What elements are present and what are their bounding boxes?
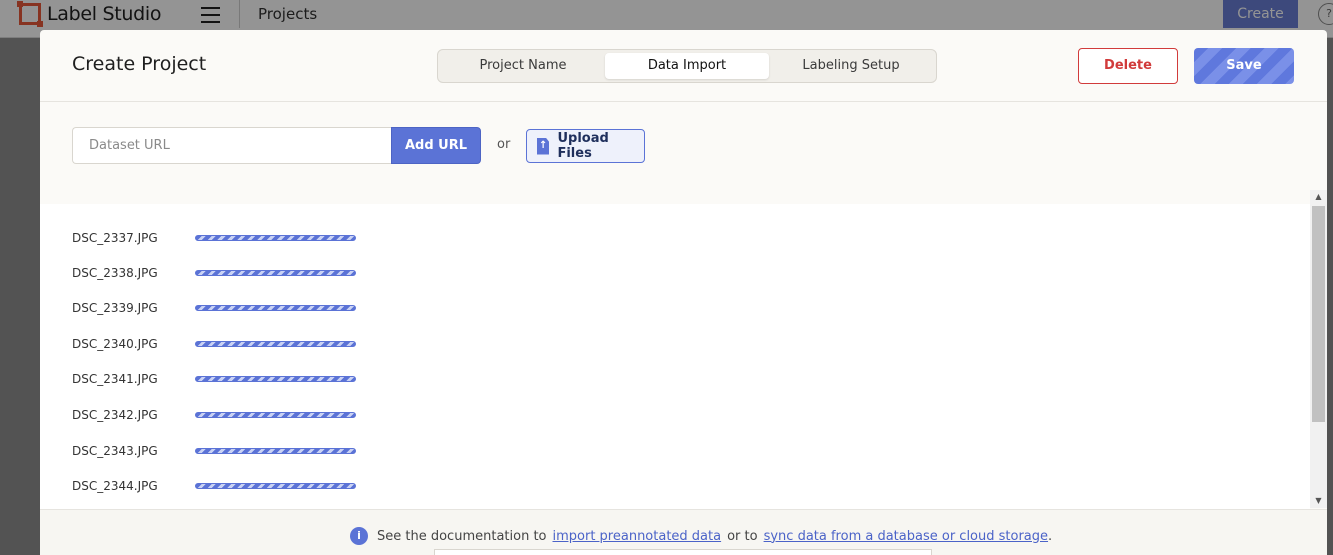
list-item: DSC_2340.JPG bbox=[72, 334, 356, 354]
tab-project-name[interactable]: Project Name bbox=[441, 53, 605, 79]
scrollbar-thumb[interactable] bbox=[1312, 206, 1325, 422]
upload-progress-bar bbox=[195, 270, 356, 276]
file-list-scrollbar[interactable]: ▲ ▼ bbox=[1310, 190, 1327, 508]
upload-progress-bar bbox=[195, 235, 356, 241]
list-item: DSC_2339.JPG bbox=[72, 298, 356, 318]
modal-title: Create Project bbox=[72, 53, 207, 75]
modal-header: Create Project Project Name Data Import … bbox=[40, 30, 1327, 102]
footer-panel bbox=[434, 549, 932, 555]
scroll-down-icon[interactable]: ▼ bbox=[1310, 494, 1327, 508]
hint-suffix: . bbox=[1048, 528, 1053, 544]
list-item: DSC_2337.JPG bbox=[72, 228, 356, 248]
scroll-up-icon[interactable]: ▲ bbox=[1310, 190, 1327, 204]
list-item: DSC_2343.JPG bbox=[72, 441, 356, 461]
upload-files-label: Upload Files bbox=[557, 131, 609, 161]
upload-files-button[interactable]: Upload Files bbox=[526, 129, 645, 163]
file-name: DSC_2338.JPG bbox=[72, 266, 158, 280]
upload-progress-bar bbox=[195, 376, 356, 382]
delete-button[interactable]: Delete bbox=[1078, 48, 1178, 84]
create-project-modal: Create Project Project Name Data Import … bbox=[40, 30, 1327, 555]
file-name: DSC_2339.JPG bbox=[72, 301, 158, 315]
file-upload-icon bbox=[537, 137, 550, 155]
sync-storage-link[interactable]: sync data from a database or cloud stora… bbox=[764, 529, 1048, 544]
file-list: DSC_2337.JPG DSC_2338.JPG DSC_2339.JPG D… bbox=[40, 204, 1310, 509]
file-name: DSC_2340.JPG bbox=[72, 337, 158, 351]
import-preannotated-link[interactable]: import preannotated data bbox=[553, 529, 722, 544]
list-item: DSC_2338.JPG bbox=[72, 263, 356, 283]
add-url-button[interactable]: Add URL bbox=[391, 127, 481, 164]
documentation-hint: i See the documentation to import preann… bbox=[350, 527, 1052, 545]
hint-middle: or to bbox=[727, 528, 758, 544]
save-button[interactable]: Save bbox=[1194, 48, 1294, 84]
dataset-url-input[interactable] bbox=[72, 127, 392, 164]
or-separator: or bbox=[497, 137, 511, 152]
tab-labeling-setup[interactable]: Labeling Setup bbox=[769, 53, 933, 79]
upload-progress-bar bbox=[195, 448, 356, 454]
upload-progress-bar bbox=[195, 341, 356, 347]
file-name: DSC_2342.JPG bbox=[72, 408, 158, 422]
file-name: DSC_2343.JPG bbox=[72, 444, 158, 458]
info-icon: i bbox=[350, 527, 368, 545]
upload-progress-bar bbox=[195, 412, 356, 418]
list-item: DSC_2341.JPG bbox=[72, 369, 356, 389]
upload-progress-bar bbox=[195, 305, 356, 311]
step-tabs: Project Name Data Import Labeling Setup bbox=[437, 49, 937, 83]
file-name: DSC_2344.JPG bbox=[72, 479, 158, 493]
hint-prefix: See the documentation to bbox=[377, 528, 547, 544]
upload-progress-bar bbox=[195, 483, 356, 489]
file-name: DSC_2337.JPG bbox=[72, 231, 158, 245]
tab-data-import[interactable]: Data Import bbox=[605, 53, 769, 79]
file-name: DSC_2341.JPG bbox=[72, 372, 158, 386]
list-item: DSC_2342.JPG bbox=[72, 405, 356, 425]
modal-footer: i See the documentation to import preann… bbox=[40, 509, 1327, 555]
list-item: DSC_2344.JPG bbox=[72, 476, 356, 496]
